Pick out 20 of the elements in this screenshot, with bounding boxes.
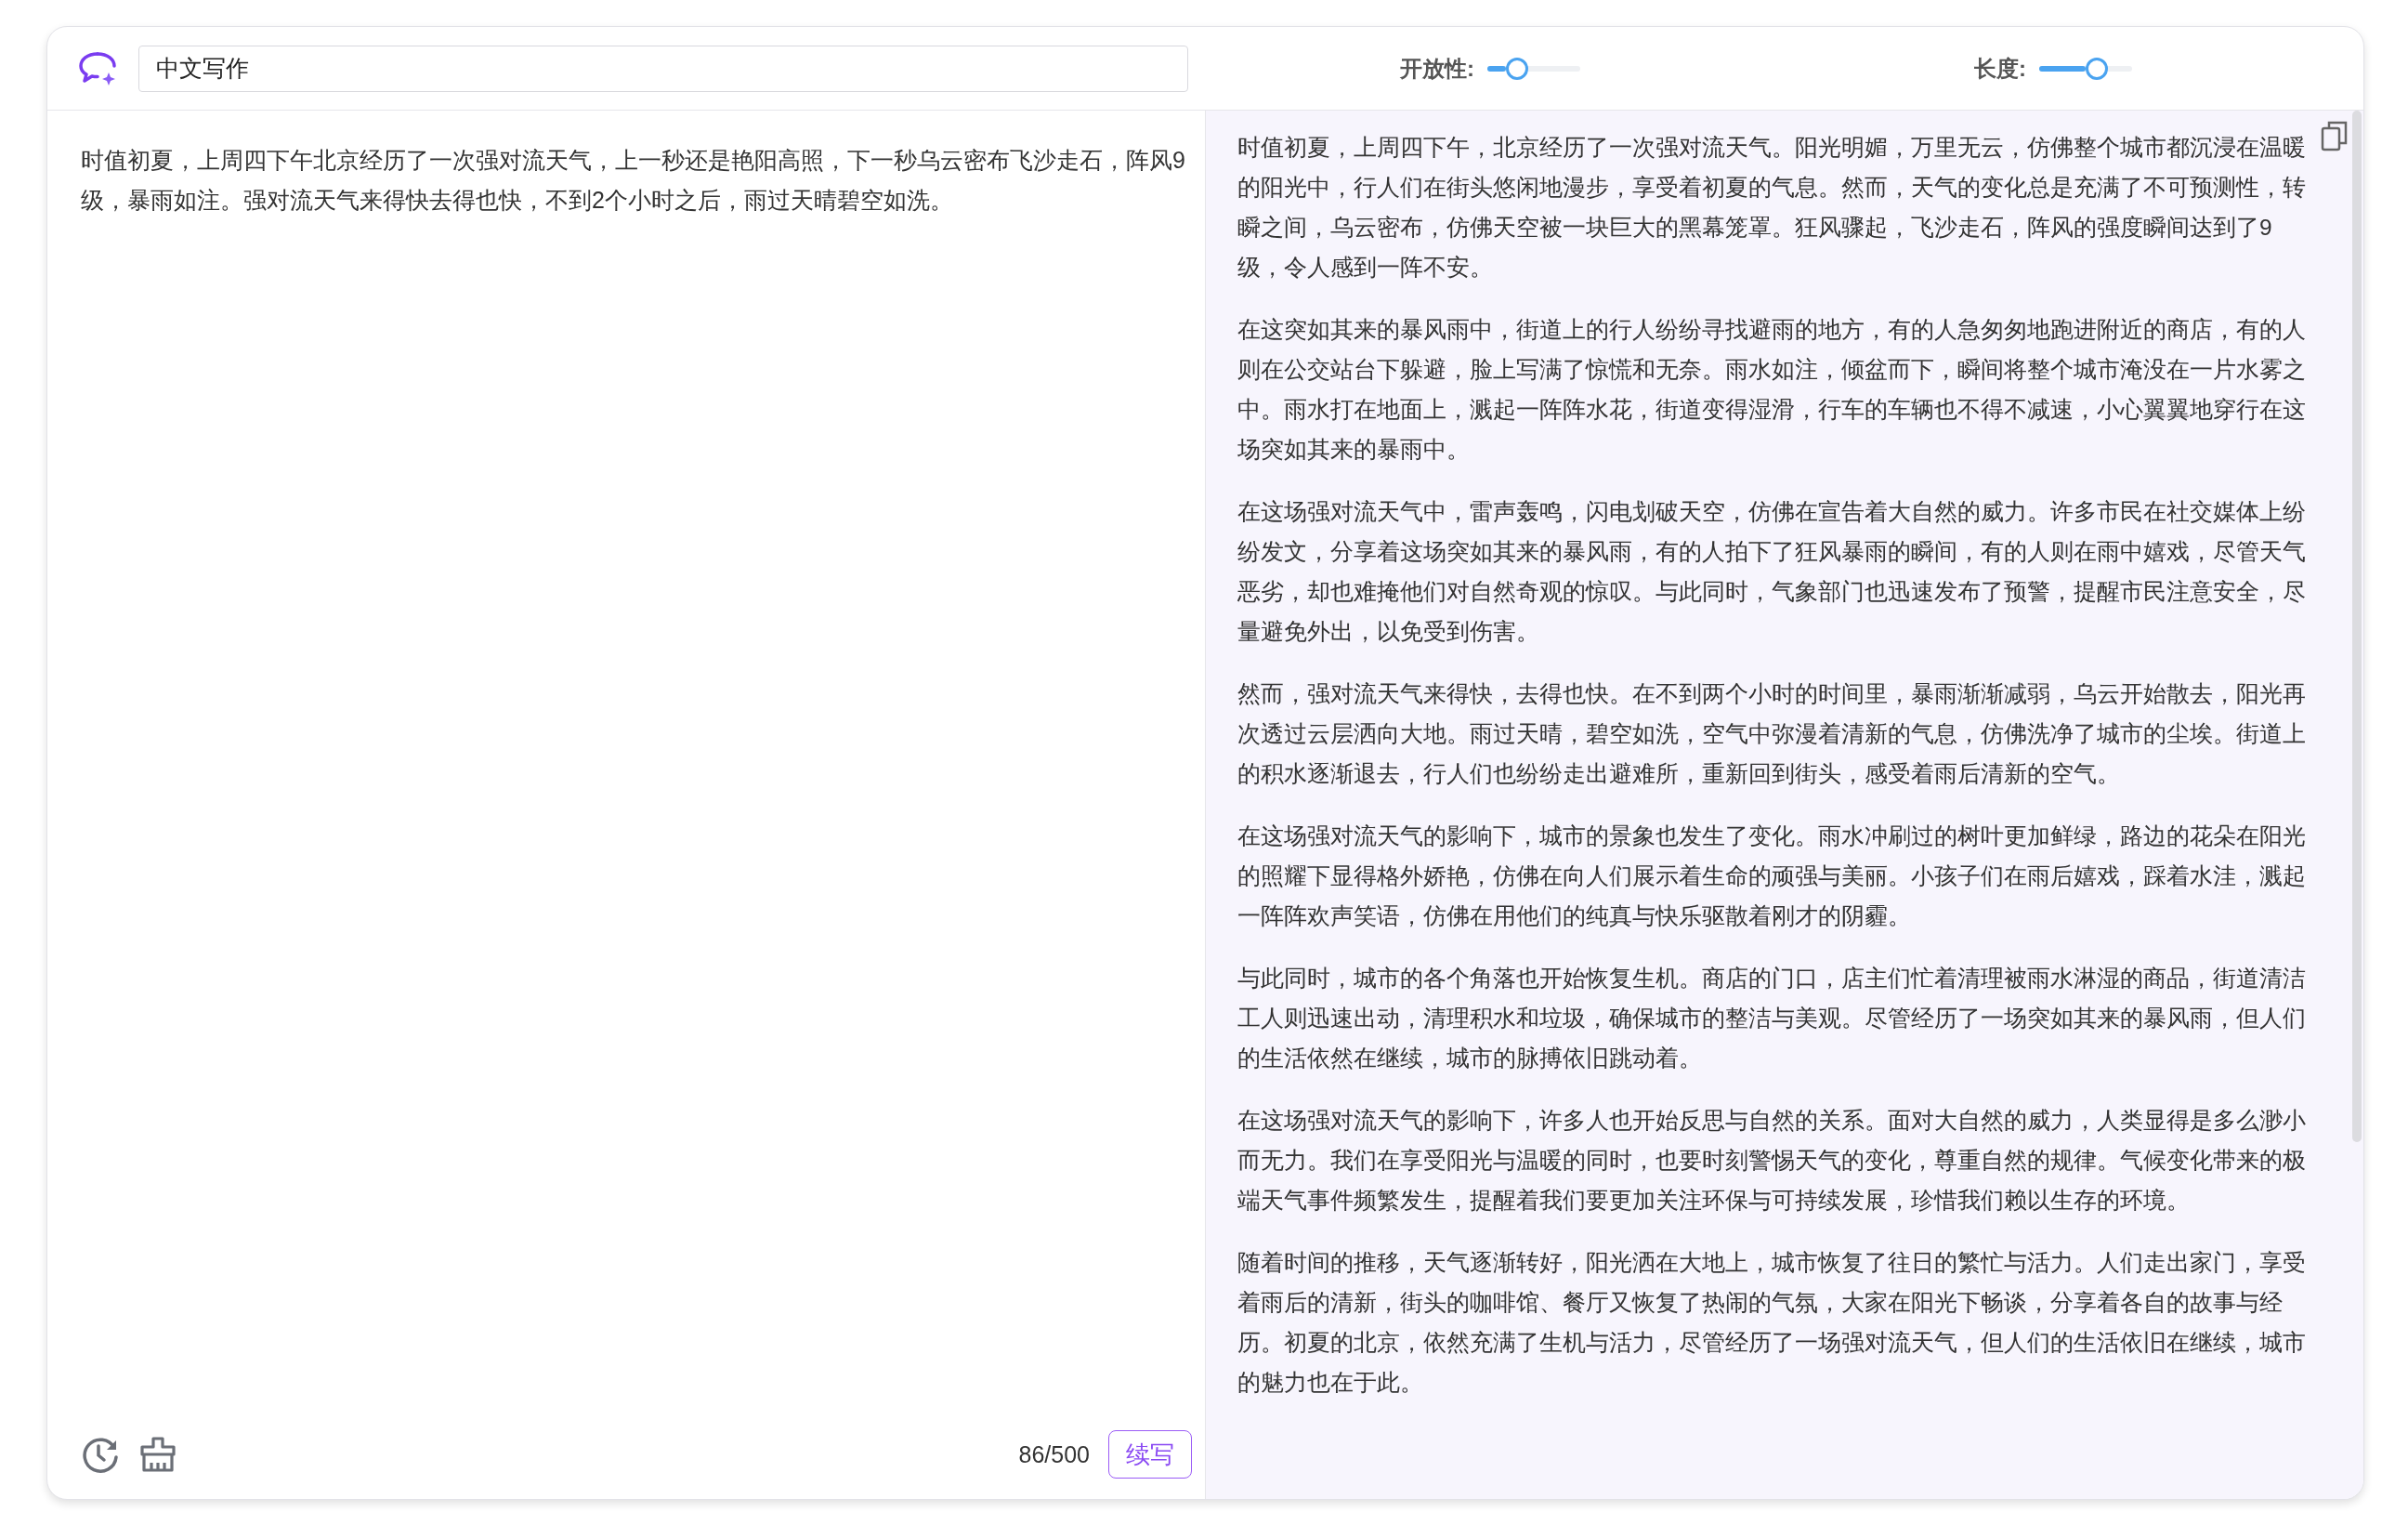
history-icon[interactable] <box>81 1435 120 1474</box>
slider-thumb[interactable] <box>2086 57 2108 80</box>
broom-icon[interactable] <box>138 1435 177 1474</box>
continue-writing-button[interactable]: 续写 <box>1108 1430 1192 1479</box>
output-paragraph: 与此同时，城市的各个角落也开始恢复生机。商店的门口，店主们忙着清理被雨水淋湿的商品，街道清洁工人则迅速出动，清理积水和垃圾，确保城市的整洁与美观。尽管经历了一场突如其来的暴风雨，但人们的生活依然在继续，城市的脉搏依旧跳动着。 <box>1237 965 2307 1072</box>
output-paragraph: 随着时间的推移，天气逐渐转好，阳光洒在大地上，城市恢复了往日的繁忙与活力。人们走出家门，享受着雨后的清新，街头的咖啡馆、餐厅又恢复了热闹的气氛，大家在阳光下畅谈，分享着各自的故事与经历。初夏的北京，依然充满了生机与活力，尽管经历了一场强对流天气，但人们的生活依旧在继续，城市的魅力也在于此。 <box>1237 1249 2307 1397</box>
output-paragraph: 在这突如其来的暴风雨中，街道上的行人纷纷寻找避雨的地方，有的人急匆匆地跑进附近的商店，有的人则在公交站台下躲避，脸上写满了惊慌和无奈。雨水如注，倾盆而下，瞬间将整个城市淹没在一片水雾之中。雨水打在地面上，溅起一阵阵水花，街道变得湿滑，行车的车辆也不得不减速，小心翼翼地穿行在这场突如其来的暴雨中。 <box>1237 316 2307 464</box>
title-input-field[interactable]: 中文写作 <box>138 45 1188 92</box>
slider-label: 开放性: <box>1400 54 1474 83</box>
slider-thumb[interactable] <box>1506 57 1528 80</box>
slider-label: 长度: <box>1974 54 2026 83</box>
scrollbar[interactable] <box>2352 111 2362 1142</box>
output-paragraph: 在这场强对流天气中，雷声轰鸣，闪电划破天空，仿佛在宣告着大自然的威力。许多市民在社交媒体上纷纷发文，分享着这场突如其来的暴风雨，有的人拍下了狂风暴雨的瞬间，有的人则在雨中嬉戏，尽管天气恶劣，却也难掩他们对自然奇观的惊叹。与此同时，气象部门也迅速发布了预警，提醒市民注意安全，尽量避免外出，以免受到伤害。 <box>1237 498 2307 646</box>
prompt-text[interactable]: 时值初夏，上周四下午北京经历了一次强对流天气，上一秒还是艳阳高照，下一秒乌云密布飞沙走石，阵风9级，暴雨如注。强对流天气来得快去得也快，不到2个小时之后，雨过天晴碧空如洗。 <box>81 140 1192 1430</box>
output-paragraph: 然而，强对流天气来得快，去得也快。在不到两个小时的时间里，暴雨渐渐减弱，乌云开始散去，阳光再次透过云层洒向大地。雨过天晴，碧空如洗，空气中弥漫着清新的气息，仿佛洗净了城市的尘埃。街道上的积水逐渐退去，行人们也纷纷走出避难所，重新回到街头，感受着雨后清新的空气。 <box>1237 680 2307 788</box>
output-paragraph: 在这场强对流天气的影响下，城市的景象也发生了变化。雨水冲刷过的树叶更加鲜绿，路边的花朵在阳光的照耀下显得格外娇艳，仿佛在向人们展示着生命的顽强与美丽。小孩子们在雨后嬉戏，踩着水洼，溅起一阵阵欢声笑语，仿佛在用他们的纯真与快乐驱散着刚才的阴霾。 <box>1237 822 2307 930</box>
output-paragraph: 在这场强对流天气的影响下，许多人也开始反思与自然的关系。面对大自然的威力，人类显得是多么渺小而无力。我们在享受阳光与温暖的同时，也要时刻警惕天气的变化，尊重自然的规律。气候变化带来的极端天气事件频繁发生，提醒着我们要更加关注环保与可持续发展，珍惜我们赖以生存的环境。 <box>1237 1107 2307 1215</box>
output-paragraph: 时值初夏，上周四下午，北京经历了一次强对流天气。阳光明媚，万里无云，仿佛整个城市都沉浸在温暖的阳光中，行人们在街头悠闲地漫步，享受着初夏的气息。然而，天气的变化总是充满了不可预测性，转瞬之间，乌云密布，仿佛天空被一块巨大的黑幕笼罩。狂风骤起，飞沙走石，阵风的强度瞬间达到了9级，令人感到一阵不安。 <box>1237 134 2307 282</box>
character-counter: 86/500 <box>1018 1440 1090 1468</box>
copy-icon[interactable] <box>2321 120 2349 151</box>
